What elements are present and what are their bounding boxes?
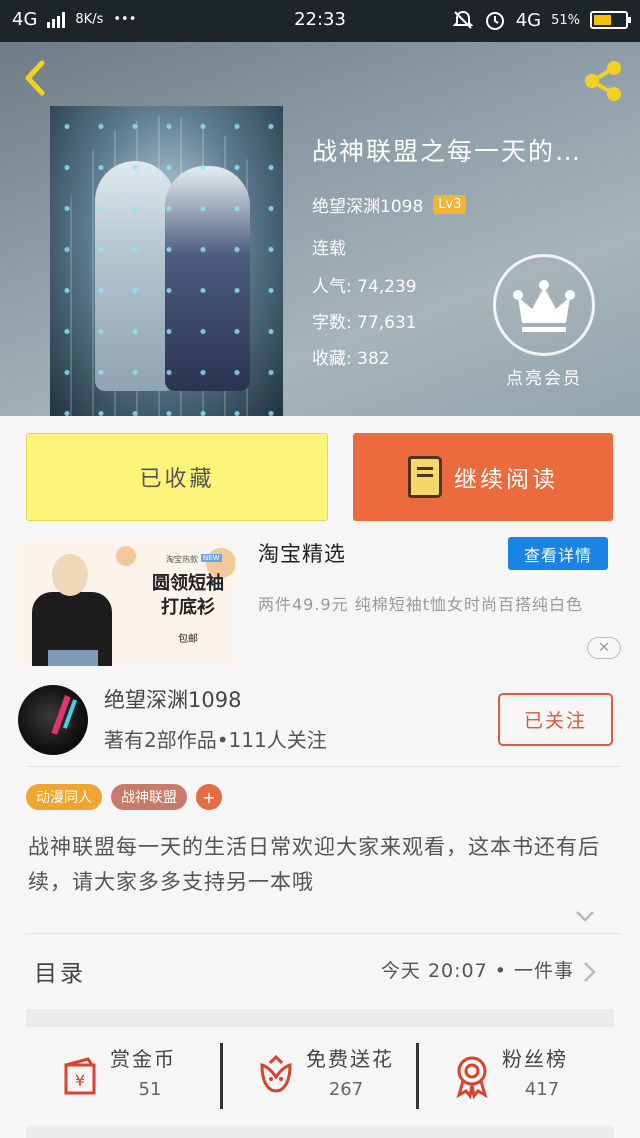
section-gap (26, 1009, 614, 1027)
mute-icon (452, 10, 474, 29)
word-count: 字数: 77,631 (312, 313, 417, 333)
book-header: 战神联盟之每一天的… 绝望深渊1098 Lv3 连载 人气: 74,239 字数… (0, 42, 640, 416)
send-flower-button[interactable]: 免费送花 267 (222, 1029, 418, 1119)
tag-item[interactable]: 动漫同人 (26, 784, 102, 810)
ad-title[interactable]: 淘宝精选 (258, 538, 346, 568)
stat-name: 免费送花 (306, 1047, 394, 1071)
synopsis: 战神联盟每一天的生活日常欢迎大家来观看，这本书还有后续，请大家多多支持另一本哦 (28, 835, 600, 894)
chevron-down-icon[interactable] (574, 905, 596, 927)
level-badge: Lv3 (433, 195, 467, 214)
book-cover-image[interactable] (50, 106, 283, 416)
ad-image-headline: 圆领短袖打底衫 (152, 573, 224, 618)
stat-count: 267 (328, 1079, 364, 1100)
add-tag-button[interactable]: + (196, 784, 222, 810)
vip-label: 点亮会员 (506, 369, 582, 389)
collected-label: 已收藏 (139, 467, 215, 492)
collected-button[interactable]: 已收藏 (26, 433, 328, 521)
stat-count: 51 (138, 1079, 162, 1100)
book-title: 战神联盟之每一天的… (312, 137, 583, 166)
alarm-icon (485, 12, 504, 30)
stat-name: 粉丝榜 (502, 1047, 568, 1071)
ad-image[interactable]: 淘宝热款 NEW 圆领短袖打底衫 包邮 (18, 540, 235, 666)
favorites-count: 收藏: 382 (312, 349, 390, 369)
continue-reading-button[interactable]: 继续阅读 (353, 433, 613, 521)
author-stats: 著有2部作品•111人关注 (104, 728, 327, 752)
fan-ranking-button[interactable]: 粉丝榜 417 (418, 1029, 614, 1119)
author-row: 绝望深渊1098 Lv3 (312, 192, 467, 217)
avatar[interactable] (18, 685, 88, 755)
toc-label: 目录 (34, 961, 86, 987)
latest-chapter: 今天 20:07 • 一件事 (380, 960, 574, 982)
vip-button[interactable] (493, 254, 595, 356)
ad-detail-button[interactable]: 查看详情 (508, 537, 608, 570)
svg-text:¥: ¥ (75, 1071, 85, 1090)
tag-item[interactable]: 战神联盟 (111, 784, 187, 810)
header-author-name[interactable]: 绝望深渊1098 (312, 192, 423, 217)
reward-stats: ¥ 赏金币 51 免费送花 267 粉丝榜 417 (26, 1029, 614, 1119)
back-icon[interactable] (16, 58, 56, 98)
battery-icon (590, 11, 631, 29)
share-icon[interactable] (580, 58, 626, 104)
stat-name: 赏金币 (110, 1047, 176, 1071)
follow-button[interactable]: 已关注 (498, 693, 613, 746)
ad-image-tag: NEW (201, 554, 222, 562)
status-bar: 4G 8K/s ••• 22:33 4G 51% (0, 0, 640, 42)
network-indicator-right: 4G (515, 9, 542, 31)
red-envelope-icon: ¥ (64, 1057, 96, 1095)
serial-status: 连载 (312, 239, 346, 259)
divider (26, 766, 621, 767)
continue-reading-label: 继续阅读 (454, 467, 558, 493)
book-icon (408, 456, 442, 498)
crown-icon (513, 280, 575, 332)
chevron-right-icon (584, 962, 596, 982)
ad-description[interactable]: 两件49.9元 纯棉短袖t恤女时尚百搭纯白色 (258, 590, 618, 619)
ad-close-icon[interactable]: ✕ (587, 637, 621, 659)
table-of-contents-row[interactable]: 目录 今天 20:07 • 一件事 (26, 934, 614, 1006)
section-gap (26, 1126, 614, 1138)
coin-reward-button[interactable]: ¥ 赏金币 51 (26, 1029, 222, 1119)
medal-icon (456, 1056, 488, 1099)
battery-percent: 51% (551, 12, 580, 28)
tag-list: 动漫同人 战神联盟 + (26, 784, 222, 810)
author-name[interactable]: 绝望深渊1098 (104, 684, 241, 714)
flower-icon (260, 1054, 292, 1093)
ad-image-free: 包邮 (178, 634, 198, 645)
ad-image-shop: 淘宝热款 (166, 555, 198, 564)
stat-count: 417 (524, 1079, 560, 1100)
popularity: 人气: 74,239 (312, 277, 417, 297)
